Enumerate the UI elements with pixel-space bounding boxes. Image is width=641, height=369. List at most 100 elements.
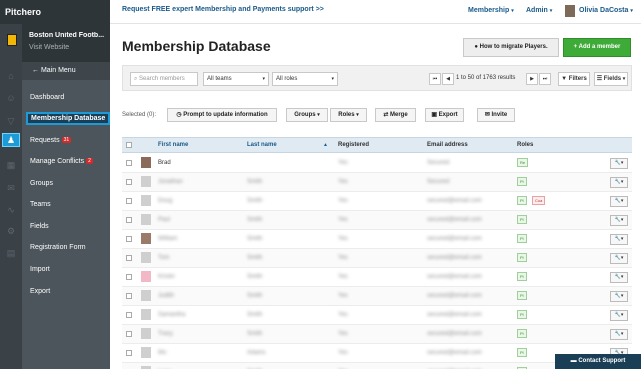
row-actions-button[interactable]: 🔧▾: [610, 234, 628, 245]
row-actions-button[interactable]: 🔧▾: [610, 177, 628, 188]
column-registered[interactable]: Registered: [338, 142, 369, 148]
add-member-button[interactable]: + Add a member: [563, 38, 631, 57]
first-name-cell[interactable]: Doug: [158, 198, 172, 204]
table-row[interactable]: Judith Smith Yes secured@email.com Pl 🔧▾: [122, 287, 632, 306]
brand-logo[interactable]: Pitchero: [0, 0, 110, 24]
fields-button[interactable]: ☰ Fields ▾: [594, 72, 628, 86]
chart-icon[interactable]: ∿: [6, 205, 16, 215]
last-name-cell[interactable]: Smith: [247, 255, 262, 261]
calendar-icon[interactable]: ▦: [6, 160, 16, 170]
first-name-cell[interactable]: William: [158, 236, 177, 242]
last-name-cell[interactable]: Smith: [247, 198, 262, 204]
last-name-cell[interactable]: Smith: [247, 312, 262, 318]
pages-icon[interactable]: ▤: [6, 248, 16, 258]
first-name-cell[interactable]: Brad: [158, 160, 171, 166]
row-actions-button[interactable]: 🔧▾: [610, 253, 628, 264]
shirt-icon[interactable]: ▽: [6, 116, 16, 126]
table-row[interactable]: Kristin Smith Yes secured@email.com Pl 🔧▾: [122, 268, 632, 287]
last-name-cell[interactable]: Smith: [247, 217, 262, 223]
sidebar-item-registration-form[interactable]: Registration Form: [30, 244, 86, 251]
membership-menu[interactable]: Membership ▾: [468, 7, 514, 14]
user-menu[interactable]: Olivia DaCosta ▾: [579, 7, 633, 14]
last-name-cell[interactable]: Smith: [247, 179, 262, 185]
prompt-update-button[interactable]: ◷ Prompt to update information: [167, 108, 277, 122]
last-name-cell[interactable]: Smith: [247, 236, 262, 242]
invite-button[interactable]: ✉ Invite: [477, 108, 515, 122]
column-last-name[interactable]: Last name: [247, 142, 277, 148]
table-row[interactable]: Samantha Smith Yes secured@email.com Pl 🔧▾: [122, 306, 632, 325]
table-row[interactable]: Tracy Smith Yes secured@email.com Pl 🔧▾: [122, 325, 632, 344]
row-checkbox[interactable]: [126, 179, 132, 185]
select-all-checkbox[interactable]: [126, 142, 132, 148]
row-actions-button[interactable]: 🔧▾: [610, 272, 628, 283]
sidebar-item-fields[interactable]: Fields: [30, 223, 49, 230]
row-checkbox[interactable]: [126, 236, 132, 242]
sidebar-item-requests[interactable]: Requests 31: [30, 137, 72, 144]
row-checkbox[interactable]: [126, 217, 132, 223]
column-first-name[interactable]: First name: [158, 142, 188, 148]
sidebar-item-membership-database[interactable]: Membership Database: [26, 112, 111, 125]
roles-button[interactable]: Roles ▾: [330, 108, 367, 122]
merge-button[interactable]: ⇄ Merge: [375, 108, 416, 122]
column-roles[interactable]: Roles: [517, 142, 533, 148]
row-checkbox[interactable]: [126, 160, 132, 166]
first-name-cell[interactable]: Kristin: [158, 274, 175, 280]
row-actions-button[interactable]: 🔧▾: [610, 196, 628, 207]
table-row[interactable]: Doug Smith Yes secured@email.com Pl Coa 🔧▾: [122, 192, 632, 211]
first-name-cell[interactable]: Mo: [158, 350, 166, 356]
row-actions-button[interactable]: 🔧▾: [610, 158, 628, 169]
table-row[interactable]: Paul Smith Yes secured@email.com Pl 🔧▾: [122, 211, 632, 230]
main-menu-back[interactable]: ← Main Menu: [22, 62, 110, 80]
prev-page-icon[interactable]: ◀: [442, 73, 454, 85]
avatar[interactable]: [565, 5, 575, 17]
last-name-cell[interactable]: Smith: [247, 293, 262, 299]
sidebar-item-groups[interactable]: Groups: [30, 180, 53, 187]
table-row[interactable]: Jonathan Smith Yes Secured Pl 🔧▾: [122, 173, 632, 192]
sidebar-item-teams[interactable]: Teams: [30, 201, 51, 208]
row-checkbox[interactable]: [126, 293, 132, 299]
export-button[interactable]: ▣ Export: [425, 108, 464, 122]
table-row[interactable]: Tom Smith Yes secured@email.com Pl 🔧▾: [122, 249, 632, 268]
first-name-cell[interactable]: Samantha: [158, 312, 185, 318]
row-actions-button[interactable]: 🔧▾: [610, 215, 628, 226]
row-actions-button[interactable]: 🔧▾: [610, 310, 628, 321]
table-row[interactable]: Brad Yes Secured Re 🔧▾: [122, 154, 632, 173]
sidebar-item-manage-conflicts[interactable]: Manage Conflicts 2: [30, 158, 93, 165]
home-icon[interactable]: ⌂: [6, 71, 16, 81]
user-icon[interactable]: ☺: [6, 93, 16, 103]
last-name-cell[interactable]: Adams: [247, 350, 266, 356]
row-checkbox[interactable]: [126, 312, 132, 318]
filters-button[interactable]: ▼ Filters: [558, 72, 590, 86]
row-checkbox[interactable]: [126, 198, 132, 204]
first-name-cell[interactable]: Tracy: [158, 331, 173, 337]
last-name-cell[interactable]: Smith: [247, 331, 262, 337]
row-checkbox[interactable]: [126, 350, 132, 356]
first-name-cell[interactable]: Tom: [158, 255, 169, 261]
last-page-icon[interactable]: ⏭: [539, 73, 551, 85]
last-name-cell[interactable]: Smith: [247, 274, 262, 280]
table-row[interactable]: William Smith Yes secured@email.com Pl 🔧▾: [122, 230, 632, 249]
sidebar-item-dashboard[interactable]: Dashboard: [30, 94, 64, 101]
settings-icon[interactable]: ⚙: [6, 226, 16, 236]
row-checkbox[interactable]: [126, 255, 132, 261]
first-page-icon[interactable]: ⏮: [429, 73, 441, 85]
row-actions-button[interactable]: 🔧▾: [610, 291, 628, 302]
row-checkbox[interactable]: [126, 274, 132, 280]
next-page-icon[interactable]: ▶: [526, 73, 538, 85]
visit-website-link[interactable]: Visit Website: [29, 44, 69, 51]
sidebar-item-import[interactable]: Import: [30, 266, 50, 273]
roles-select[interactable]: All roles ▾: [272, 72, 338, 86]
message-icon[interactable]: ✉: [6, 183, 16, 193]
row-checkbox[interactable]: [126, 331, 132, 337]
migrate-players-button[interactable]: ● How to migrate Players.: [463, 38, 559, 57]
first-name-cell[interactable]: Paul: [158, 217, 170, 223]
admin-menu[interactable]: Admin ▾: [526, 7, 552, 14]
contact-support-button[interactable]: ▬ Contact Support: [555, 354, 641, 369]
first-name-cell[interactable]: Jonathan: [158, 179, 183, 185]
first-name-cell[interactable]: Judith: [158, 293, 174, 299]
groups-button[interactable]: Groups ▾: [286, 108, 328, 122]
row-actions-button[interactable]: 🔧▾: [610, 329, 628, 340]
column-email[interactable]: Email address: [427, 142, 468, 148]
search-input[interactable]: ⌕ Search members: [130, 72, 198, 86]
promo-link[interactable]: Request FREE expert Membership and Payme…: [122, 6, 324, 13]
